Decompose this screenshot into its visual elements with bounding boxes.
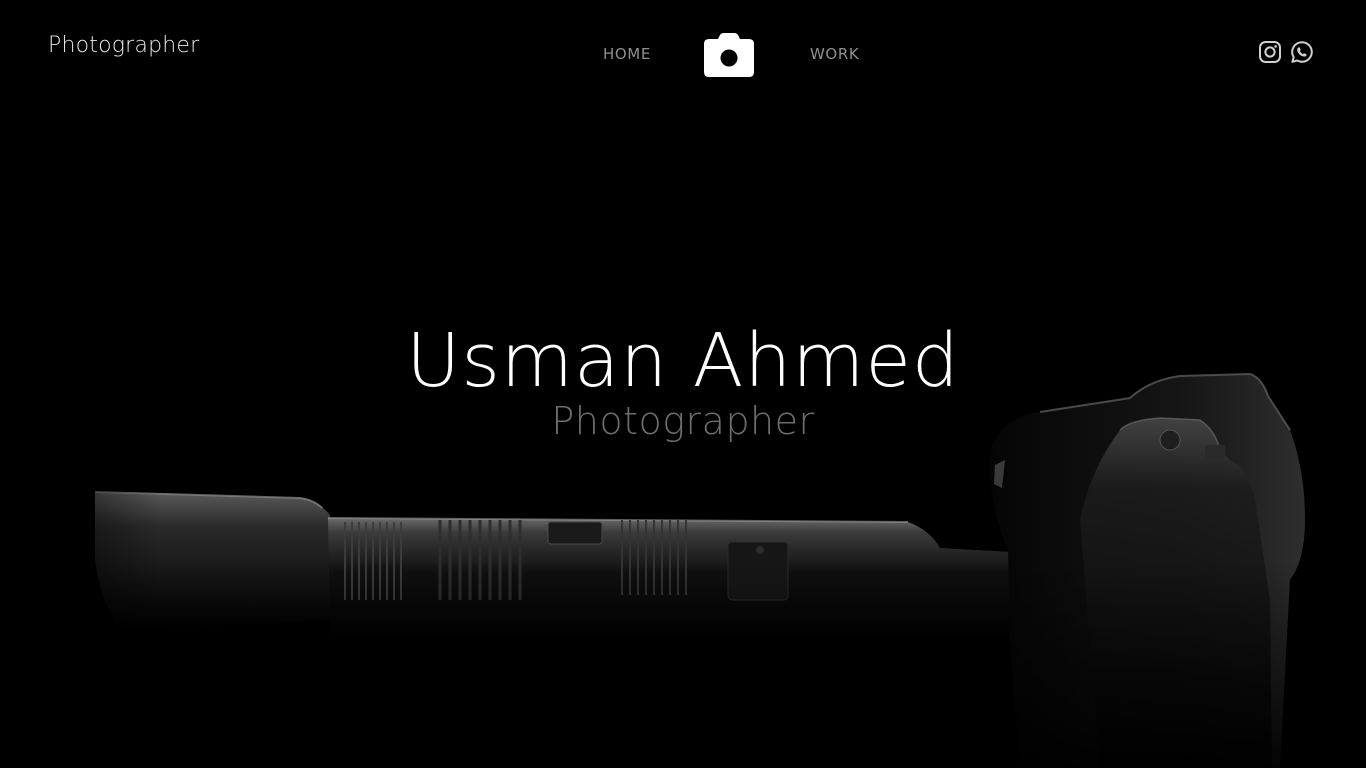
top-navigation: Photographer HOME WORK [0,0,1366,110]
landing-page: Photographer HOME WORK Usman Ahmed Photo… [0,0,1366,768]
camera-icon[interactable] [704,33,754,77]
hero-title: Usman Ahmed [406,318,960,404]
instagram-icon[interactable] [1258,40,1282,64]
hero-subtitle: Photographer [551,399,815,443]
nav-work-link[interactable]: WORK [810,45,859,63]
whatsapp-icon[interactable] [1290,40,1314,64]
nav-home-link[interactable]: HOME [603,45,651,63]
brand-link[interactable]: Photographer [48,33,199,58]
